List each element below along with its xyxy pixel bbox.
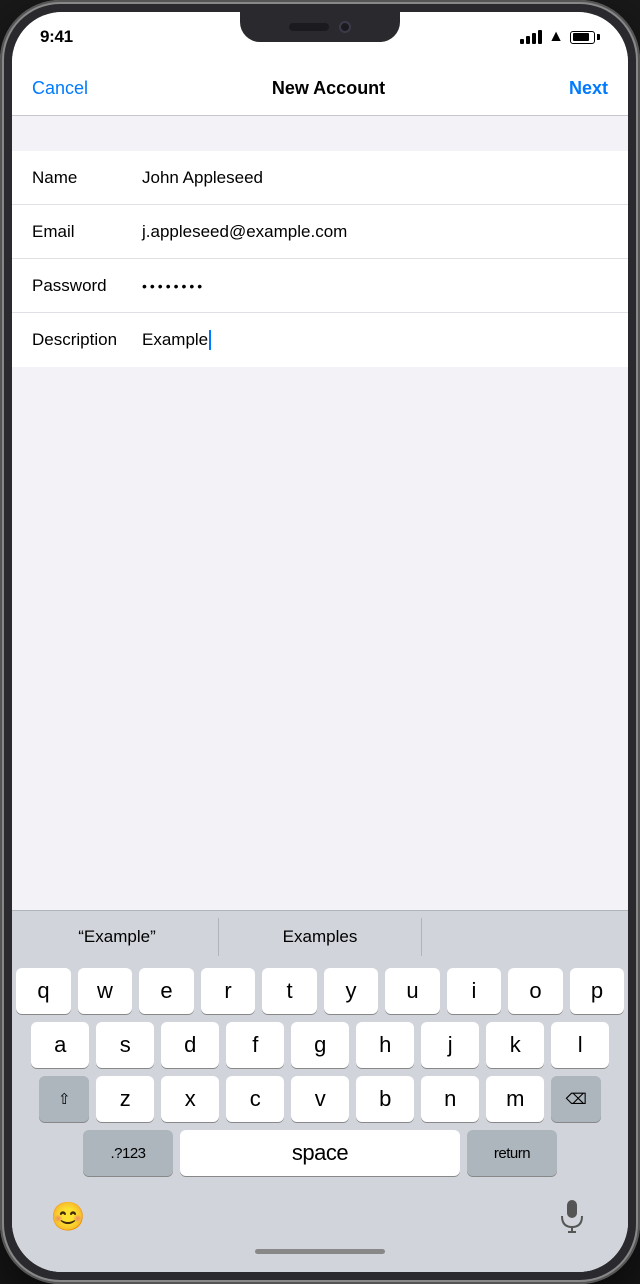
wifi-icon: ▲ xyxy=(548,28,564,46)
mic-button[interactable] xyxy=(556,1200,588,1232)
key-j[interactable]: j xyxy=(421,1022,479,1068)
description-value[interactable]: Example xyxy=(142,330,608,351)
next-button[interactable]: Next xyxy=(569,78,608,99)
home-indicator xyxy=(255,1249,385,1254)
page-title: New Account xyxy=(272,78,385,99)
key-w[interactable]: w xyxy=(78,968,133,1014)
email-label: Email xyxy=(32,222,142,242)
autocomplete-item-0[interactable]: “Example” xyxy=(16,918,218,956)
shift-key[interactable]: ⇧ xyxy=(39,1076,89,1122)
key-row-2: a s d f g h j k l xyxy=(16,1022,624,1068)
notch xyxy=(240,12,400,42)
key-x[interactable]: x xyxy=(161,1076,219,1122)
key-p[interactable]: p xyxy=(570,968,625,1014)
key-i[interactable]: i xyxy=(447,968,502,1014)
return-key[interactable]: return xyxy=(467,1130,557,1176)
key-v[interactable]: v xyxy=(291,1076,349,1122)
notch-sensor xyxy=(289,23,329,31)
form-section: Name John Appleseed Email j.appleseed@ex… xyxy=(12,151,628,367)
autocomplete-bar: “Example” Examples xyxy=(12,910,628,962)
status-icons: ▲ xyxy=(520,28,600,46)
key-o[interactable]: o xyxy=(508,968,563,1014)
signal-bar-4 xyxy=(538,30,542,44)
space-key[interactable]: space xyxy=(180,1130,460,1176)
emoji-icon: 😊 xyxy=(51,1200,86,1233)
signal-bar-1 xyxy=(520,39,524,44)
key-h[interactable]: h xyxy=(356,1022,414,1068)
key-b[interactable]: b xyxy=(356,1076,414,1122)
screen: 9:41 ▲ Cancel New Accoun xyxy=(12,12,628,1272)
key-row-1: q w e r t y u i o p xyxy=(16,968,624,1014)
key-u[interactable]: u xyxy=(385,968,440,1014)
key-row-4: .?123 space return xyxy=(16,1130,624,1176)
key-c[interactable]: c xyxy=(226,1076,284,1122)
bottom-bar: 😊 xyxy=(12,1188,628,1272)
numbers-key[interactable]: .?123 xyxy=(83,1130,173,1176)
keyboard-container: “Example” Examples q w e r t y u xyxy=(12,910,628,1272)
key-y[interactable]: y xyxy=(324,968,379,1014)
nav-bar: Cancel New Account Next xyxy=(12,62,628,116)
email-value[interactable]: j.appleseed@example.com xyxy=(142,222,608,242)
key-g[interactable]: g xyxy=(291,1022,349,1068)
status-time: 9:41 xyxy=(40,27,73,47)
key-f[interactable]: f xyxy=(226,1022,284,1068)
keyboard: q w e r t y u i o p a s d f g xyxy=(12,962,628,1188)
section-gap xyxy=(12,116,628,151)
autocomplete-item-1[interactable]: Examples xyxy=(218,918,422,956)
key-q[interactable]: q xyxy=(16,968,71,1014)
key-row-3: ⇧ z x c v b n m ⌫ xyxy=(16,1076,624,1122)
empty-area xyxy=(12,367,628,910)
autocomplete-item-empty xyxy=(422,918,624,956)
key-a[interactable]: a xyxy=(31,1022,89,1068)
key-s[interactable]: s xyxy=(96,1022,154,1068)
phone-frame: 9:41 ▲ Cancel New Accoun xyxy=(0,0,640,1284)
signal-bars-icon xyxy=(520,30,542,44)
key-z[interactable]: z xyxy=(96,1076,154,1122)
form-row-name[interactable]: Name John Appleseed xyxy=(12,151,628,205)
key-t[interactable]: t xyxy=(262,968,317,1014)
cancel-button[interactable]: Cancel xyxy=(32,78,88,99)
delete-key[interactable]: ⌫ xyxy=(551,1076,601,1122)
form-row-password[interactable]: Password •••••••• xyxy=(12,259,628,313)
key-m[interactable]: m xyxy=(486,1076,544,1122)
key-d[interactable]: d xyxy=(161,1022,219,1068)
description-label: Description xyxy=(32,330,142,350)
password-value[interactable]: •••••••• xyxy=(142,278,608,294)
signal-bar-2 xyxy=(526,36,530,44)
password-label: Password xyxy=(32,276,142,296)
key-r[interactable]: r xyxy=(201,968,256,1014)
form-row-email[interactable]: Email j.appleseed@example.com xyxy=(12,205,628,259)
notch-camera xyxy=(339,21,351,33)
signal-bar-3 xyxy=(532,33,536,44)
form-row-description[interactable]: Description Example xyxy=(12,313,628,367)
battery-icon xyxy=(570,31,600,44)
key-k[interactable]: k xyxy=(486,1022,544,1068)
key-n[interactable]: n xyxy=(421,1076,479,1122)
text-cursor xyxy=(209,330,211,350)
name-label: Name xyxy=(32,168,142,188)
name-value[interactable]: John Appleseed xyxy=(142,168,608,188)
key-e[interactable]: e xyxy=(139,968,194,1014)
mic-icon xyxy=(558,1199,586,1233)
emoji-button[interactable]: 😊 xyxy=(52,1200,84,1232)
key-l[interactable]: l xyxy=(551,1022,609,1068)
